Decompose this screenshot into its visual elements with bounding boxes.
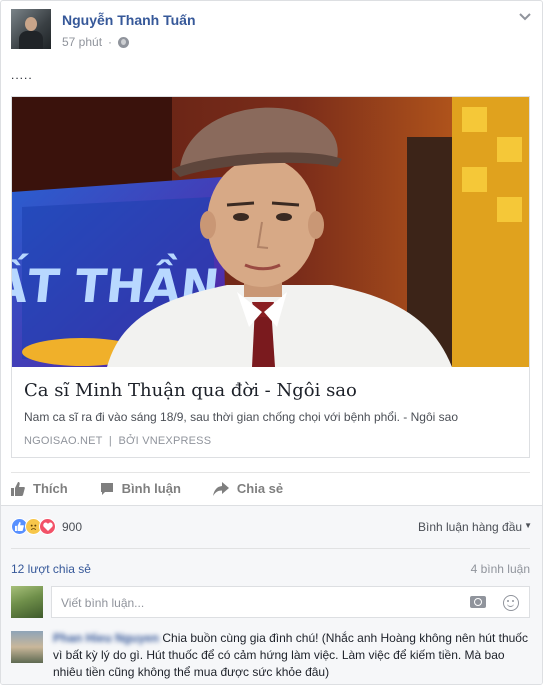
caret-down-icon: ▼ <box>524 521 532 530</box>
current-user-avatar <box>11 586 43 618</box>
shares-count[interactable]: 12 lượt chia sẻ <box>11 562 91 576</box>
like-button[interactable]: Thích <box>11 481 68 496</box>
like-label: Thích <box>33 481 68 496</box>
post-text: ..... <box>11 68 33 82</box>
sort-label: Bình luận hàng đầu <box>417 520 523 534</box>
love-reaction-icon <box>39 518 56 535</box>
dot-separator: · <box>108 35 113 49</box>
comment-input[interactable]: Viết bình luận... <box>51 586 530 618</box>
chevron-down-icon[interactable] <box>518 11 532 23</box>
link-title[interactable]: Ca sĩ Minh Thuận qua đời - Ngôi sao <box>24 380 357 401</box>
link-preview[interactable]: ẤT THẦN Ca sĩ Minh Thuận qua đời - Ngôi … <box>11 96 530 458</box>
avatar-head <box>25 17 37 31</box>
action-bar: Thích Bình luận Chia sẻ <box>11 472 530 504</box>
emoji-icon[interactable] <box>503 595 519 611</box>
author-name[interactable]: Nguyễn Thanh Tuấn <box>62 12 196 28</box>
comment-sort-dropdown[interactable]: Bình luận hàng đầu ▼ <box>418 520 532 534</box>
globe-icon[interactable] <box>118 36 130 48</box>
divider <box>11 548 530 549</box>
link-via: BỞI VNEXPRESS <box>118 435 212 447</box>
post-time[interactable]: 57 phút <box>62 35 102 49</box>
source-separator: | <box>105 435 116 447</box>
reaction-count[interactable]: 900 <box>62 520 82 534</box>
comment-label: Bình luận <box>121 481 181 496</box>
share-icon <box>212 481 229 496</box>
comment-item: Phan Hieu Nguyen Chia buồn cùng gia đình… <box>53 630 533 681</box>
comment-placeholder: Viết bình luận... <box>61 596 145 610</box>
link-description: Nam ca sĩ ra đi vào sáng 18/9, sau thời … <box>24 410 458 424</box>
link-image[interactable]: ẤT THẦN <box>12 97 529 367</box>
link-domain: NGOISAO.NET <box>24 435 103 447</box>
feedback-section: 900 Bình luận hàng đầu ▼ 12 lượt chia sẻ … <box>1 505 542 684</box>
comment-author[interactable]: Phan Hieu Nguyen <box>53 631 159 645</box>
reactions-summary[interactable]: 900 <box>11 518 82 535</box>
share-label: Chia sẻ <box>236 481 284 496</box>
avatar-body <box>19 31 43 49</box>
post-header: Nguyễn Thanh Tuấn 57 phút · <box>11 9 534 53</box>
share-button[interactable]: Chia sẻ <box>212 481 284 496</box>
camera-icon[interactable] <box>470 596 486 608</box>
post-card: Nguyễn Thanh Tuấn 57 phút · ..... ẤT THẦ… <box>0 0 543 685</box>
comment-button[interactable]: Bình luận <box>100 481 181 496</box>
commenter-avatar[interactable] <box>11 631 43 663</box>
author-avatar[interactable] <box>11 9 51 49</box>
link-source: NGOISAO.NET | BỞI VNEXPRESS <box>24 435 211 447</box>
comments-count: 4 bình luận <box>470 562 530 576</box>
comment-icon <box>100 482 113 495</box>
like-icon <box>11 481 25 496</box>
post-meta: 57 phút · <box>62 35 130 49</box>
